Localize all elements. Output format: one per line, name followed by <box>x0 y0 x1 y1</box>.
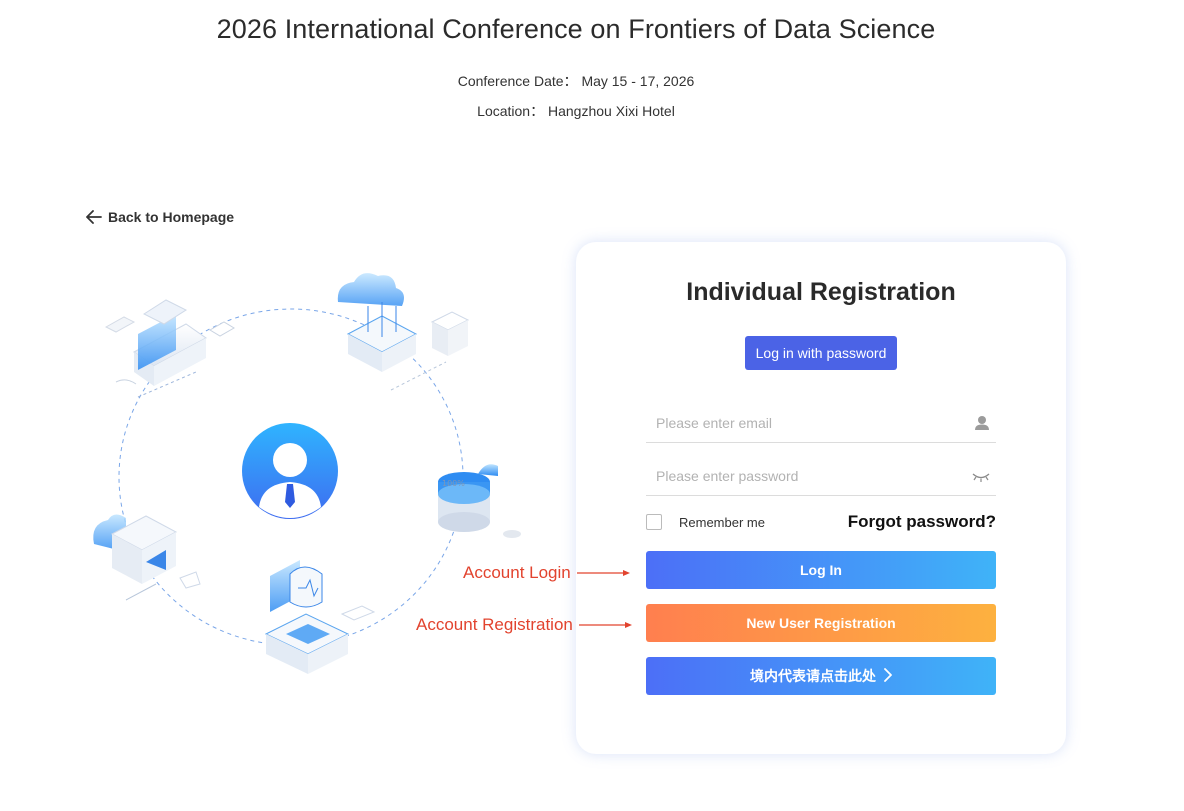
chevron-right-icon <box>884 667 892 685</box>
back-to-homepage-link[interactable]: Back to Homepage <box>86 209 234 225</box>
conference-date-value: May 15 - 17, 2026 <box>581 73 695 89</box>
arrow-right-icon <box>571 563 631 583</box>
tab-password-login[interactable]: Log in with password <box>745 336 897 370</box>
svg-text:100%: 100% <box>442 479 465 488</box>
domestic-delegate-button[interactable]: 境内代表请点击此处 <box>646 657 996 695</box>
email-field-row <box>646 406 996 443</box>
arrow-right-icon <box>573 615 633 635</box>
email-input[interactable] <box>646 406 956 440</box>
conference-location: Location： Hangzhou Xixi Hotel <box>0 101 1152 121</box>
card-title: Individual Registration <box>686 278 956 306</box>
video-camera-illustration <box>93 514 201 601</box>
password-field-row <box>646 459 996 496</box>
security-tablet-illustration <box>264 560 376 674</box>
conference-date-label: Conference Date： <box>457 73 578 89</box>
account-login-annotation: Account Login <box>463 563 631 583</box>
domestic-delegate-label: 境内代表请点击此处 <box>750 668 876 684</box>
conference-location-label: Location： <box>477 103 545 119</box>
account-registration-annotation-label: Account Registration <box>416 615 573 634</box>
laptop-illustration <box>104 299 235 398</box>
arrow-left-icon <box>86 210 102 224</box>
remember-me-option: Remember me <box>646 514 765 530</box>
remember-me-checkbox[interactable] <box>646 514 662 530</box>
cloud-server-illustration <box>337 273 470 391</box>
forgot-password-link[interactable]: Forgot password? <box>848 512 996 532</box>
remember-me-label: Remember me <box>679 514 765 530</box>
page-title: 2026 International Conference on Frontie… <box>216 14 936 44</box>
account-login-annotation-label: Account Login <box>463 563 571 582</box>
conference-location-value: Hangzhou Xixi Hotel <box>547 103 675 119</box>
back-to-homepage-label: Back to Homepage <box>108 209 235 225</box>
registration-card: Individual Registration Log in with pass… <box>576 242 1066 754</box>
user-icon <box>974 415 990 436</box>
account-registration-annotation: Account Registration <box>416 615 633 635</box>
database-illustration: 100% <box>438 464 521 538</box>
eye-closed-icon[interactable] <box>972 468 990 489</box>
login-button[interactable]: Log In <box>646 551 996 589</box>
new-user-registration-button[interactable]: New User Registration <box>646 604 996 642</box>
password-input[interactable] <box>646 459 956 493</box>
conference-date: Conference Date： May 15 - 17, 2026 <box>0 71 1152 91</box>
avatar-icon <box>242 423 338 519</box>
hero-illustration: 100% <box>86 262 536 702</box>
